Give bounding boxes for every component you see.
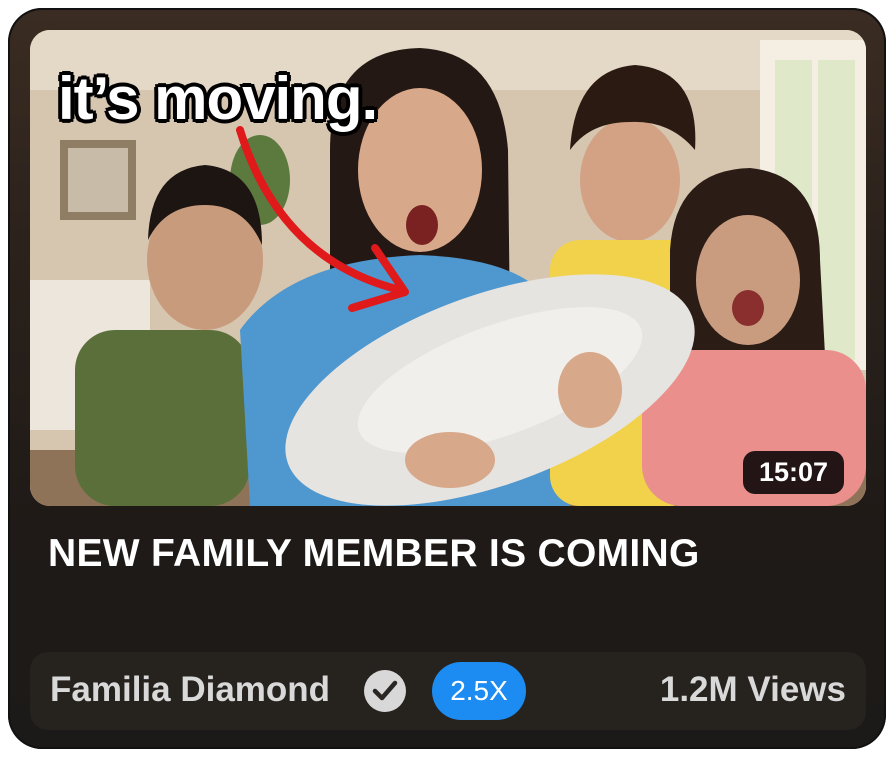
- playback-speed-badge[interactable]: 2.5X: [432, 662, 526, 720]
- channel-name[interactable]: Familia Diamond: [50, 670, 330, 710]
- video-info-bar: Familia Diamond 2.5X 1.2M Views: [30, 652, 866, 730]
- thumbnail-overlay-text: it’s moving.: [58, 65, 378, 132]
- video-thumbnail[interactable]: it’s moving. 15:07: [30, 30, 866, 506]
- video-title[interactable]: NEW FAMILY MEMBER IS COMING: [48, 532, 700, 576]
- check-circle-icon: [364, 670, 406, 712]
- view-count: 1.2M Views: [659, 670, 846, 709]
- video-card[interactable]: it’s moving. 15:07 NEW FAMILY MEMBER IS …: [8, 8, 886, 749]
- duration-badge: 15:07: [742, 451, 844, 494]
